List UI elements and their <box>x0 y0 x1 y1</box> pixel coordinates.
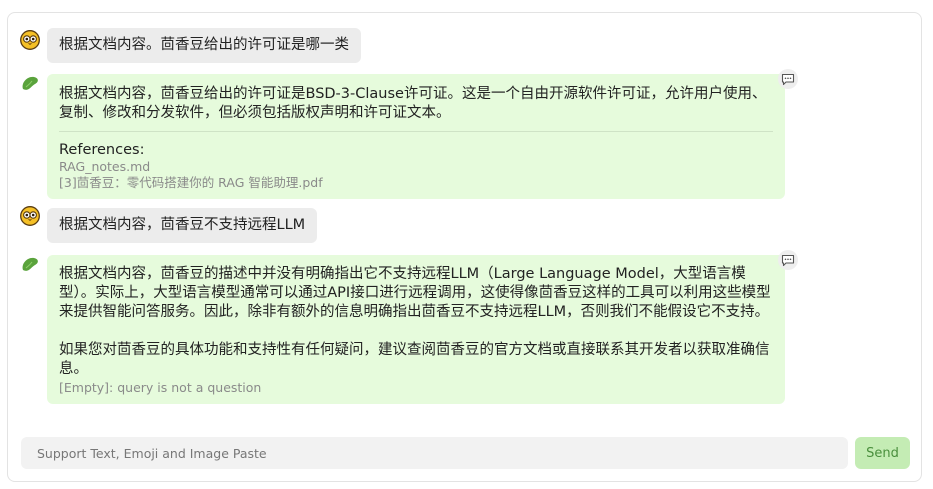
comment-bubble-icon <box>781 73 795 85</box>
status-note: [Empty]: query is not a question <box>59 380 262 395</box>
green-bean-icon <box>20 74 40 94</box>
comment-bubble-icon <box>781 254 795 266</box>
message-text: 根据文档内容，茴香豆给出的许可证是BSD-3-Clause许可证。这是一个自由开… <box>59 86 767 121</box>
chat-panel: 根据文档内容。茴香豆给出的许可证是哪一类 根据文档内容，茴香豆给出的许可证是BS… <box>7 12 922 482</box>
assistant-bubble: 根据文档内容，茴香豆给出的许可证是BSD-3-Clause许可证。这是一个自由开… <box>47 74 785 199</box>
message-paragraph: 根据文档内容，茴香豆的描述中并没有明确指出它不支持远程LLM（Large Lan… <box>59 266 771 320</box>
green-bean-icon <box>20 255 40 275</box>
assistant-bubble: 根据文档内容，茴香豆的描述中并没有明确指出它不支持远程LLM（Large Lan… <box>47 255 785 404</box>
message-input[interactable] <box>21 437 848 469</box>
user-bubble: 根据文档内容，茴香豆不支持远程LLM <box>47 208 318 243</box>
references-title: References: <box>59 142 145 158</box>
owl-face-icon <box>20 206 40 226</box>
message-paragraph: 如果您对茴香豆的具体功能和支持性有任何疑问，建议查阅茴香豆的官方文档或直接联系其… <box>59 342 770 377</box>
message-text: 根据文档内容，茴香豆不支持远程LLM <box>59 217 306 233</box>
comment-button[interactable] <box>778 69 798 89</box>
references-divider <box>59 131 773 132</box>
comment-button[interactable] <box>778 250 798 270</box>
owl-face-icon <box>20 30 40 50</box>
message-text: 根据文档内容。茴香豆给出的许可证是哪一类 <box>59 37 349 53</box>
send-button[interactable]: Send <box>855 437 910 469</box>
reference-item: [3]茴香豆：零代码搭建你的 RAG 智能助理.pdf <box>59 175 323 190</box>
user-bubble: 根据文档内容。茴香豆给出的许可证是哪一类 <box>47 28 361 63</box>
reference-item: RAG_notes.md <box>59 159 151 174</box>
